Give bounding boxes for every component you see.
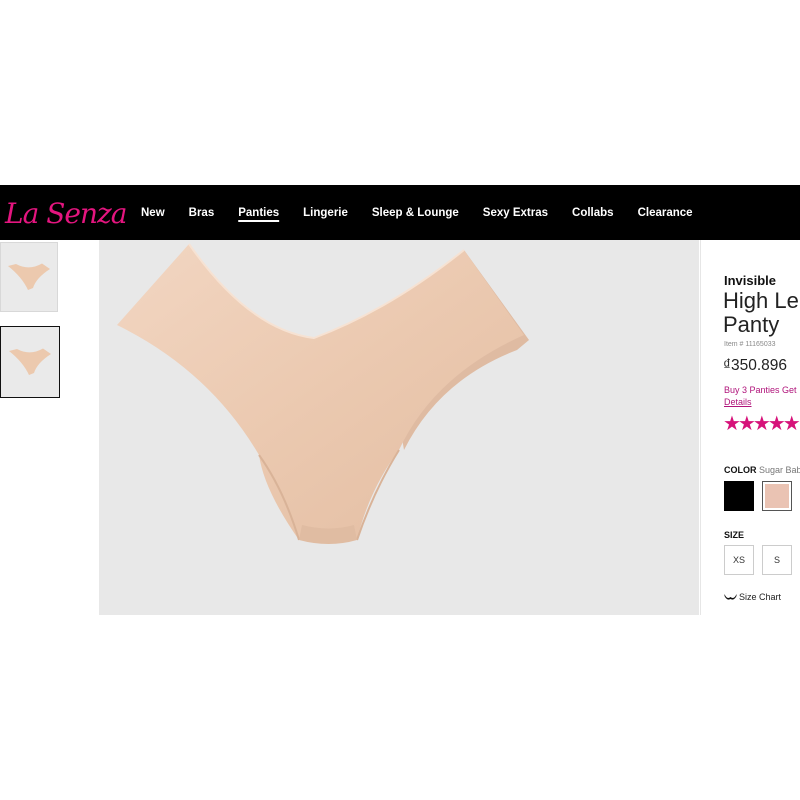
size-chart-label: Size Chart [739, 592, 782, 602]
la-senza-logo[interactable]: La Senza [5, 195, 127, 231]
nav-item-panties[interactable]: Panties [226, 207, 291, 219]
nav-item-new[interactable]: New [129, 207, 177, 219]
top-nav-bar: La Senza New Bras Panties Lingerie Sleep… [0, 185, 800, 240]
nav-item-sleep-lounge[interactable]: Sleep & Lounge [360, 207, 471, 219]
product-main-image[interactable] [99, 240, 699, 615]
product-thumbnail-selected[interactable] [0, 326, 60, 398]
color-value: Sugar Bab [759, 465, 800, 475]
product-line: Invisible [724, 273, 777, 288]
page-viewport: La Senza New Bras Panties Lingerie Sleep… [0, 185, 800, 615]
color-label: COLOR Sugar Bab [724, 465, 800, 475]
nav-menu: New Bras Panties Lingerie Sleep & Lounge… [129, 185, 705, 240]
promo-details-link[interactable]: Details [724, 397, 752, 407]
size-button-xs[interactable]: XS [724, 545, 754, 575]
panty-thumbnail-image [9, 348, 51, 375]
color-heading: COLOR [724, 465, 757, 475]
bra-icon [724, 594, 737, 600]
size-chart-link[interactable]: Size Chart [724, 592, 781, 602]
panty-thumbnail-image [8, 263, 50, 290]
item-number: Item # 11165033 [724, 341, 776, 348]
thumbnail-strip [0, 240, 62, 615]
product-thumbnail[interactable] [0, 242, 58, 312]
nav-item-lingerie[interactable]: Lingerie [291, 207, 360, 219]
nav-item-clearance[interactable]: Clearance [626, 207, 705, 219]
nav-item-collabs[interactable]: Collabs [560, 207, 626, 219]
nav-item-sexy-extras[interactable]: Sexy Extras [471, 207, 560, 219]
panty-product-image [117, 243, 529, 544]
star-icon: ★★★★★ [723, 413, 800, 435]
promo-text: Buy 3 Panties Get [724, 385, 797, 395]
color-swatch-sugar-baby[interactable] [762, 481, 792, 511]
size-button-s[interactable]: S [762, 545, 792, 575]
product-name: High Le Panty [723, 288, 799, 337]
size-label: SIZE [724, 530, 745, 540]
product-info-panel: Invisible High Le Panty Item # 11165033 … [700, 240, 800, 615]
nav-item-bras[interactable]: Bras [177, 207, 227, 219]
color-swatch-black[interactable] [724, 481, 754, 511]
product-price: ₫350.896 [723, 357, 787, 374]
rating-stars[interactable]: ★★★★★ [723, 411, 800, 436]
